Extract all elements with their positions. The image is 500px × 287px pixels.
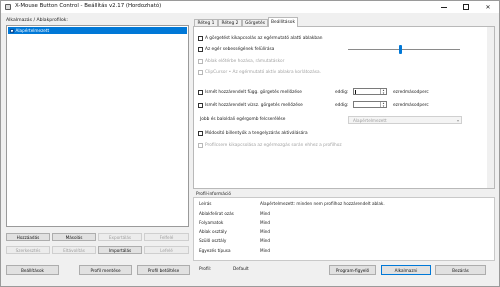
info-key: Folyamatok bbox=[199, 220, 224, 225]
option-label: Az egér sebességének felülírása bbox=[205, 46, 275, 52]
option-label: Ismét hozzárendelt vízsz. görgetés mellő… bbox=[205, 102, 303, 108]
option-label: A görgetést kikapcsolás az egérmutató al… bbox=[205, 35, 323, 41]
settings-button[interactable]: Beállítások bbox=[6, 265, 59, 275]
option-bring-to-front[interactable]: Ablak előtérbe hozása, rámutatáskor bbox=[198, 58, 284, 64]
close-button[interactable]: Bezárás bbox=[435, 265, 486, 275]
title-bar: X-Mouse Button Control - Beállítás v2.17… bbox=[1, 1, 499, 13]
profile-info-box bbox=[193, 197, 495, 261]
import-button[interactable]: Importálás bbox=[98, 246, 142, 254]
export-button[interactable]: Exportálás bbox=[98, 233, 142, 241]
option-label: Módosító billentyűk a tengelyzárás aktiv… bbox=[205, 130, 308, 136]
window-title: X-Mouse Button Control - Beállítás v2.17… bbox=[15, 3, 162, 9]
checkbox[interactable] bbox=[198, 46, 203, 52]
info-value: Mind bbox=[260, 248, 271, 253]
swap-buttons-label: Jobb és baloldali egérgomb felcserélése bbox=[200, 117, 286, 122]
spinner-arrows-icon[interactable]: ▴ ▾ bbox=[380, 89, 386, 94]
checkbox[interactable] bbox=[198, 142, 203, 148]
app-icon bbox=[5, 4, 11, 10]
add-button[interactable]: Hozzáadás bbox=[6, 233, 50, 241]
checkbox[interactable] bbox=[198, 35, 203, 41]
option-scroll-lock[interactable]: A görgetést kikapcsolás az egérmutató al… bbox=[198, 35, 322, 41]
option-label: Ablak előtérbe hozása, rámutatáskor bbox=[205, 58, 285, 64]
text-caret bbox=[355, 90, 356, 94]
swap-buttons-select[interactable]: Alapértelmezett ▾ bbox=[348, 116, 462, 124]
profile-label: Profil: bbox=[199, 267, 212, 272]
program-watcher-button[interactable]: Program-figyelő bbox=[329, 265, 376, 275]
tab-settings[interactable]: Beállítások bbox=[268, 17, 298, 27]
info-value: Mind bbox=[260, 220, 271, 225]
minimize-icon bbox=[441, 6, 447, 8]
edit-button[interactable]: Szerkesztés bbox=[6, 246, 50, 254]
checkbox[interactable] bbox=[198, 130, 203, 136]
option-clipcursor[interactable]: ClipCursor • Az egérmutató aktív ablakra… bbox=[198, 69, 321, 75]
checkbox[interactable] bbox=[198, 58, 203, 64]
settings-scrollbar[interactable] bbox=[487, 27, 494, 188]
checkbox[interactable] bbox=[198, 69, 203, 75]
info-value: Mind bbox=[260, 229, 271, 234]
profile-value: Default bbox=[233, 267, 249, 272]
maximize-button[interactable] bbox=[455, 1, 477, 13]
minimize-button[interactable] bbox=[433, 1, 455, 13]
info-key: Leírás bbox=[199, 201, 212, 206]
spinner-arrows-icon[interactable]: ▴ ▾ bbox=[380, 102, 386, 107]
option-disable-profile-switch[interactable]: Profilcsere kikapcsolása az egérmozgás s… bbox=[198, 142, 342, 148]
option-repeat-horizontal[interactable]: Ismét hozzárendelt vízsz. görgetés mellő… bbox=[198, 102, 303, 108]
move-up-button[interactable]: Felfelé bbox=[144, 233, 189, 241]
option-mouse-speed[interactable]: Az egér sebességének felülírása bbox=[198, 46, 274, 52]
info-key: Ablak osztály bbox=[199, 229, 227, 234]
until-label: eddig: bbox=[335, 90, 349, 95]
close-window-button[interactable]: ✕ bbox=[477, 1, 499, 13]
horizontal-ms-spinner[interactable]: ▴ ▾ bbox=[353, 101, 387, 108]
option-label: Ismét hozzárendelt függ. görgetés mellőz… bbox=[205, 89, 302, 95]
select-value: Alapértelmezett bbox=[353, 117, 387, 123]
main-window: X-Mouse Button Control - Beállítás v2.17… bbox=[0, 0, 500, 287]
until-label: eddig: bbox=[335, 103, 349, 108]
move-down-button[interactable]: Lefelé bbox=[144, 246, 189, 254]
remove-button[interactable]: Eltávolítás bbox=[52, 246, 96, 254]
apps-profile-list[interactable]: Alapértelmezett bbox=[6, 25, 189, 227]
speed-slider-track[interactable] bbox=[348, 49, 460, 50]
ms-label: ezredmásodperc bbox=[393, 103, 429, 108]
chevron-down-icon: ▾ bbox=[456, 118, 459, 123]
speed-slider-thumb[interactable] bbox=[399, 45, 403, 54]
option-label: ClipCursor • Az egérmutató aktív ablakra… bbox=[205, 69, 322, 75]
apps-list-label: Alkalmazás / Ablakprofilok: bbox=[6, 18, 68, 23]
maximize-icon bbox=[463, 4, 469, 10]
copy-button[interactable]: Másolás bbox=[52, 233, 96, 241]
info-value: Mind bbox=[260, 211, 271, 216]
info-key: Ablakfelirat ozás bbox=[199, 211, 234, 216]
info-value: Alapértelmezett: minden nem profilhoz ho… bbox=[260, 201, 385, 206]
apply-button[interactable]: Alkalmazni bbox=[381, 265, 431, 275]
profile-checkbox[interactable] bbox=[10, 28, 14, 33]
vertical-ms-spinner[interactable]: ▴ ▾ bbox=[353, 88, 387, 95]
list-item[interactable]: Alapértelmezett bbox=[8, 27, 187, 34]
save-profile-button[interactable]: Profil mentése bbox=[79, 265, 132, 275]
option-label: Profilcsere kikapcsolása az egérmozgás s… bbox=[205, 142, 342, 148]
load-profile-button[interactable]: Profil betöltése bbox=[137, 265, 190, 275]
option-repeat-vertical[interactable]: Ismét hozzárendelt függ. görgetés mellőz… bbox=[198, 89, 302, 95]
info-key: Egyezés típusa bbox=[199, 248, 231, 253]
list-item-label: Alapértelmezett bbox=[15, 28, 50, 33]
close-icon: ✕ bbox=[485, 3, 491, 11]
info-key: Szülő osztály bbox=[199, 238, 227, 243]
ms-label: ezredmásodperc bbox=[393, 90, 429, 95]
checkbox[interactable] bbox=[198, 102, 203, 108]
checkbox[interactable] bbox=[198, 89, 203, 95]
option-modifier-keys[interactable]: Módosító billentyűk a tengelyzárás aktiv… bbox=[198, 130, 308, 136]
info-value: Mind bbox=[260, 238, 271, 243]
